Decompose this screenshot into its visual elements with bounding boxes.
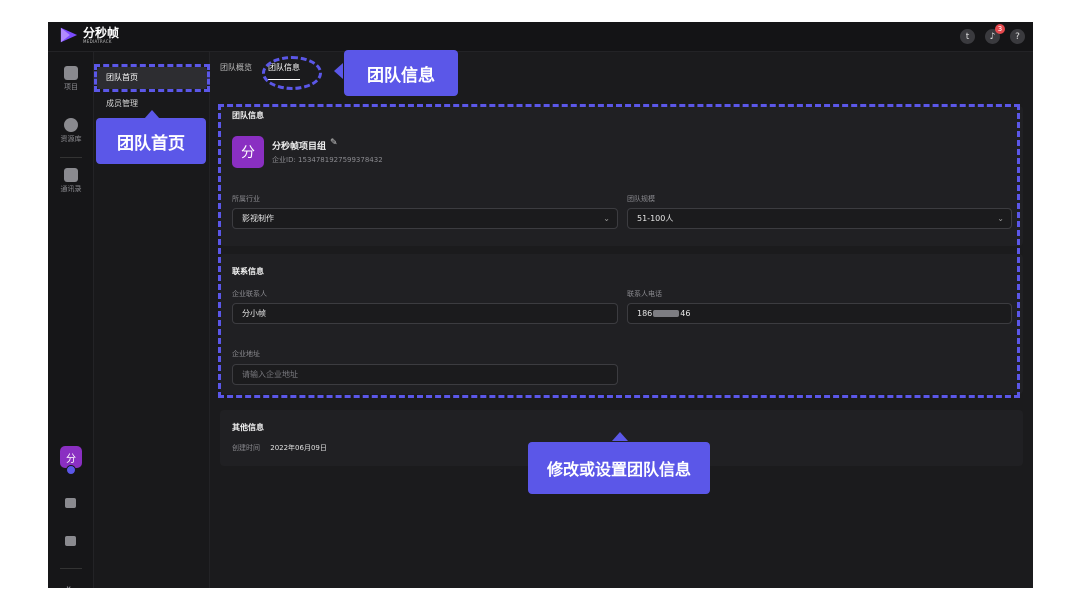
created-time-value: 2022年06月09日 — [270, 444, 327, 452]
collapse-icon[interactable]: ⇤ — [48, 582, 94, 588]
top-bar: 分秒帧 MEDIATRACK t ♪ 3 ? — [48, 22, 1033, 52]
modify-callout-arrow — [612, 432, 628, 441]
document-icon[interactable] — [65, 536, 76, 546]
rail-item-label: 通讯录 — [60, 185, 82, 193]
rail-item-asset-library[interactable]: 资源库 — [48, 118, 94, 144]
team-info-tab-highlight — [262, 56, 322, 90]
tab-team-overview[interactable]: 团队概览 — [220, 62, 252, 80]
modify-callout: 修改或设置团队信息 — [528, 442, 710, 494]
team-home-callout: 团队首页 — [96, 118, 206, 164]
rail-item-label: 项目 — [64, 83, 78, 91]
editable-info-highlight — [218, 104, 1020, 398]
team-info-callout: 团队信息 — [344, 50, 458, 96]
brand-logo[interactable]: 分秒帧 MEDIATRACK — [60, 26, 119, 44]
rail-item-label: 资源库 — [60, 135, 82, 143]
asset-library-icon — [64, 118, 78, 132]
brand-name: 分秒帧 — [83, 25, 120, 40]
rail-item-project[interactable]: 项目 — [48, 66, 94, 92]
team-home-highlight — [94, 64, 210, 92]
rail-item-contacts[interactable]: 通讯录 — [48, 168, 94, 194]
other-info-title: 其他信息 — [232, 423, 264, 432]
created-time: 创建时间 2022年06月09日 — [232, 443, 327, 453]
team-info-callout-arrow — [334, 63, 343, 79]
team-switch-icon[interactable]: t — [960, 29, 975, 44]
monitor-icon[interactable] — [65, 498, 76, 508]
notification-badge: 3 — [995, 24, 1005, 34]
brand-subtitle: MEDIATRACK — [83, 38, 112, 44]
brand-logo-icon — [60, 27, 78, 43]
bell-icon[interactable]: ♪ 3 — [985, 24, 1005, 44]
rail-divider — [60, 568, 82, 569]
left-rail: 项目 资源库 通讯录 分 ⇤ — [48, 52, 94, 588]
avatar-status-icon — [66, 465, 76, 475]
rail-divider — [60, 157, 82, 158]
created-time-label: 创建时间 — [232, 444, 260, 452]
help-icon[interactable]: ? — [1010, 29, 1025, 44]
contacts-icon — [64, 168, 78, 182]
project-icon — [64, 66, 78, 80]
